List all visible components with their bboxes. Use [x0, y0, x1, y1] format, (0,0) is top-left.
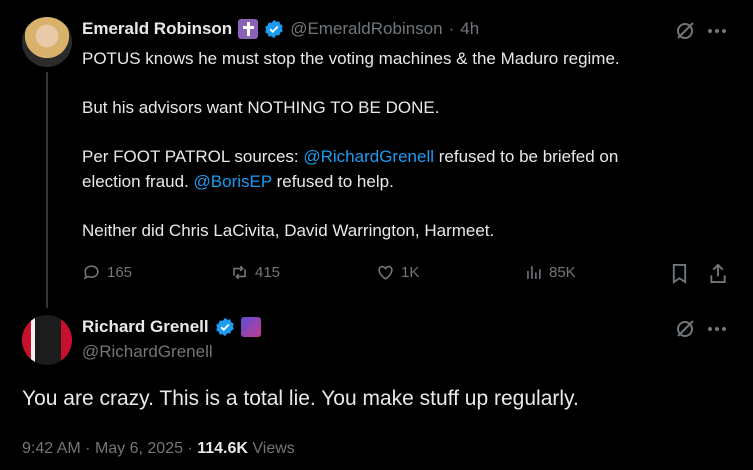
- view-count: 114.6K: [197, 440, 248, 457]
- more-options-icon[interactable]: [707, 23, 727, 39]
- repost-icon: [233, 265, 246, 280]
- like-count: 1K: [401, 264, 420, 281]
- timestamp[interactable]: 4h: [460, 19, 479, 39]
- repost-count: 415: [255, 264, 281, 281]
- tweet2-header: Richard Grenell: [82, 317, 261, 337]
- post-time[interactable]: 9:42 AM: [22, 440, 81, 457]
- heart-icon: [378, 265, 393, 280]
- tweet1-header: Emerald Robinson @EmeraldRobinson · 4h: [82, 19, 479, 39]
- views-button[interactable]: 85K: [524, 263, 576, 282]
- tweet-line: Per FOOT PATROL sources: @RichardGrenell…: [82, 147, 619, 166]
- mention-link[interactable]: @RichardGrenell: [303, 147, 434, 166]
- separator: ·: [448, 19, 455, 38]
- views-chart-icon: [527, 266, 541, 279]
- affiliate-badge-icon[interactable]: [240, 317, 261, 337]
- tweet-line: Neither did Chris LaCivita, David Warrin…: [82, 221, 495, 240]
- more-options-icon[interactable]: [707, 321, 727, 337]
- avatar-emerald-robinson[interactable]: [22, 17, 72, 67]
- share-icon[interactable]: [708, 263, 728, 284]
- grok-icon[interactable]: [674, 318, 696, 340]
- like-button[interactable]: 1K: [376, 263, 419, 282]
- bookmark-icon[interactable]: [670, 263, 689, 284]
- views-count: 85K: [549, 264, 576, 281]
- author-name[interactable]: Richard Grenell: [82, 317, 209, 337]
- verified-badge-icon: [265, 19, 283, 39]
- repost-button[interactable]: 415: [230, 263, 280, 282]
- grok-icon[interactable]: [674, 20, 696, 42]
- author-name[interactable]: Emerald Robinson: [82, 19, 232, 39]
- avatar-richard-grenell[interactable]: [22, 315, 72, 365]
- reply-count: 165: [107, 264, 133, 281]
- cross-emoji-icon: [238, 19, 259, 39]
- tweet2-text: You are crazy. This is a total lie. You …: [22, 387, 579, 410]
- tweet1-body: POTUS knows he must stop the voting mach…: [82, 46, 722, 243]
- views-label: Views: [252, 440, 295, 457]
- mention-link[interactable]: @BorisEP: [194, 172, 272, 191]
- tweet2-meta: 9:42 AM · May 6, 2025 · 114.6K Views: [22, 440, 295, 457]
- tweet-line: But his advisors want NOTHING TO BE DONE…: [82, 98, 440, 117]
- reply-icon: [83, 265, 99, 280]
- author-handle[interactable]: @RichardGrenell: [82, 342, 213, 362]
- thread-line: [46, 72, 48, 308]
- post-date[interactable]: May 6, 2025: [95, 440, 183, 457]
- reply-button[interactable]: 165: [82, 263, 132, 282]
- tweet-line: election fraud. @BorisEP refused to help…: [82, 172, 394, 191]
- verified-badge-icon: [215, 317, 234, 337]
- author-handle[interactable]: @EmeraldRobinson: [290, 19, 442, 39]
- tweet-line: POTUS knows he must stop the voting mach…: [82, 49, 620, 68]
